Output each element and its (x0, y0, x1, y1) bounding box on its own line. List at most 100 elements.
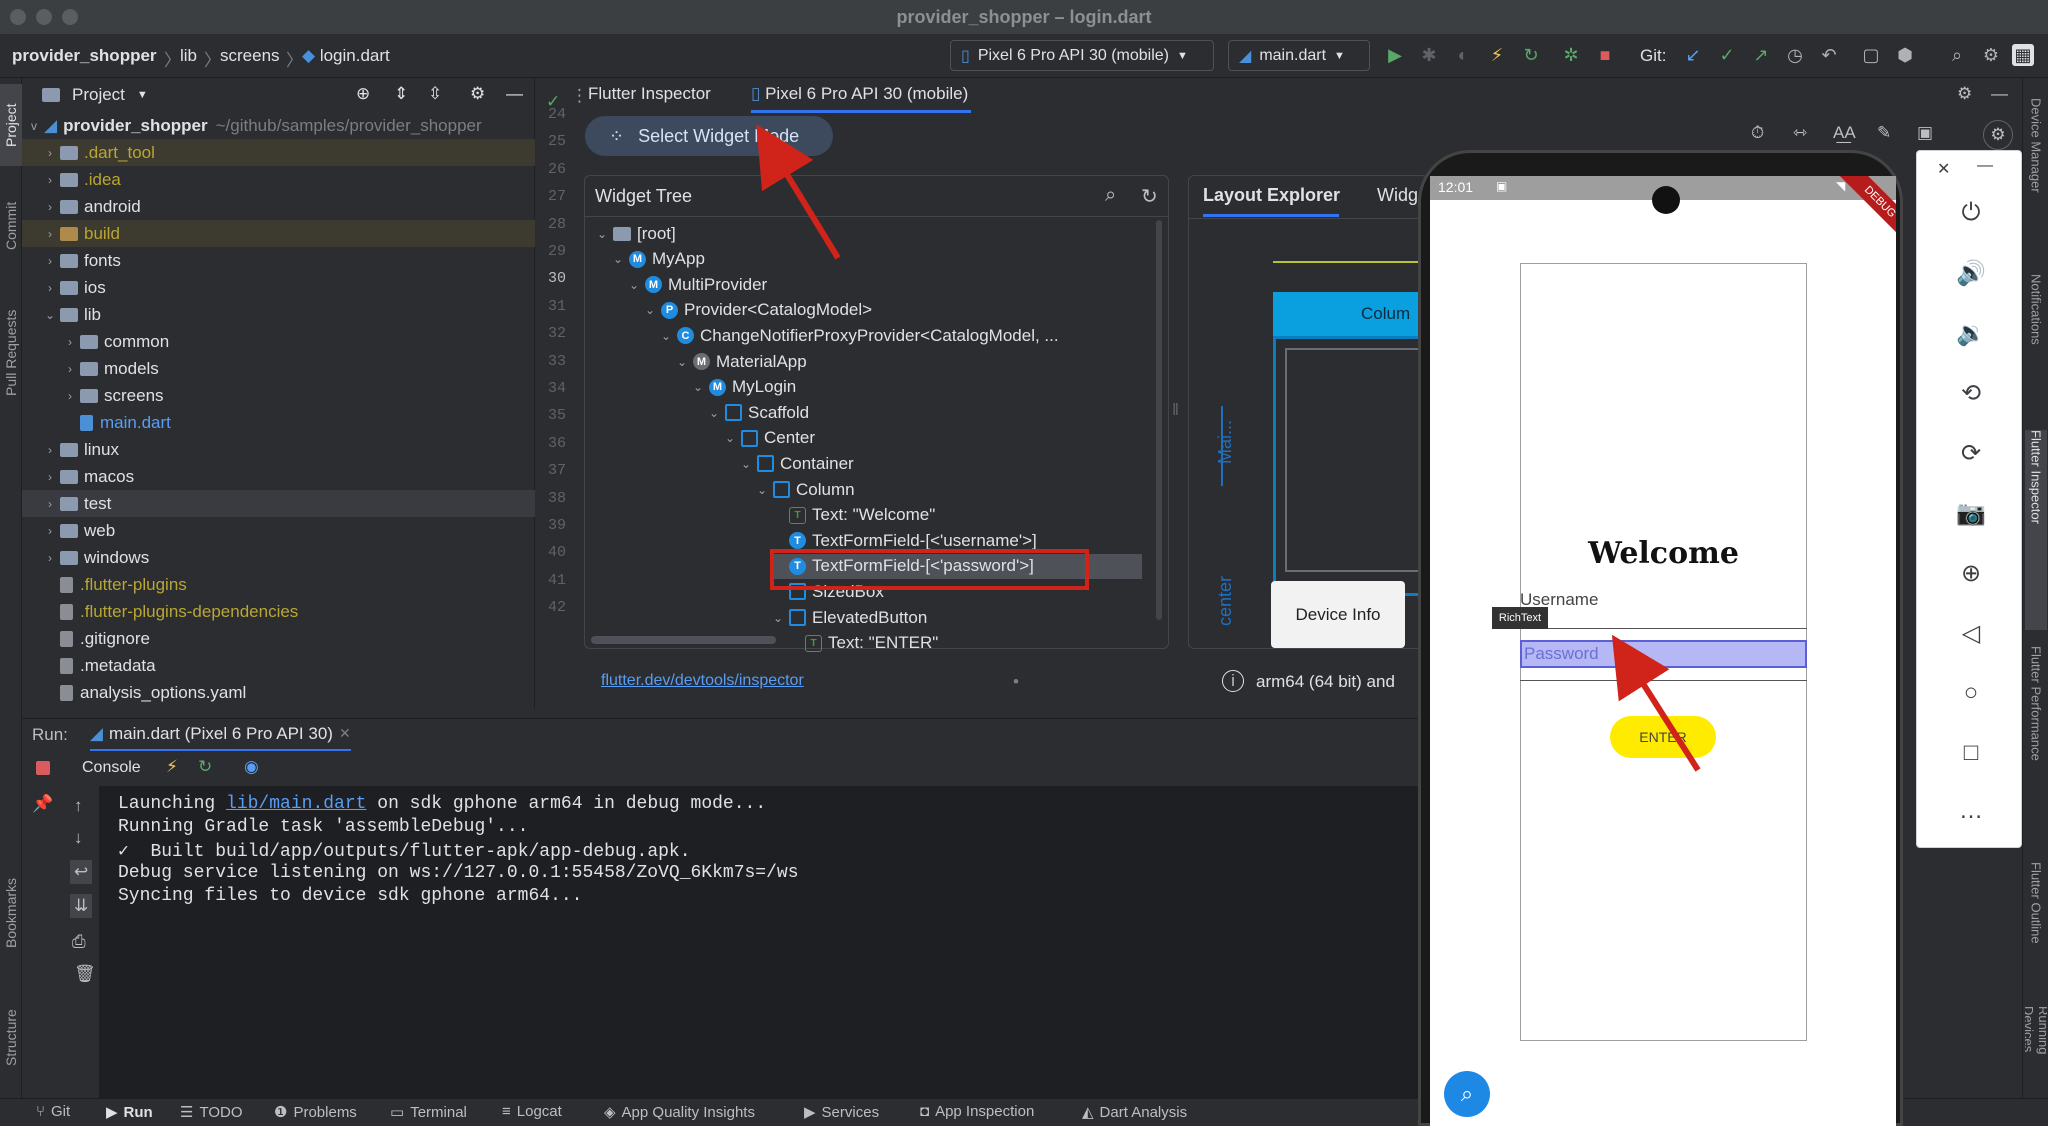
chevron-icon[interactable]: › (40, 173, 60, 187)
minimize-window-button[interactable] (36, 9, 52, 25)
run-config-selector[interactable]: ◢ main.dart ▼ (1228, 40, 1370, 71)
tab-device[interactable]: ▯ Pixel 6 Pro API 30 (mobile) (751, 84, 968, 104)
pin-icon[interactable]: 📌 (32, 794, 53, 814)
project-tree-item[interactable]: › android (22, 193, 535, 220)
widget-tree-node[interactable]: ⌄ M MaterialApp (677, 349, 807, 374)
tool-tab-commit[interactable]: Commit (0, 186, 22, 266)
widget-tree-node[interactable]: T Text: "Welcome" (773, 503, 935, 528)
widget-tree-node[interactable]: ⌄ Column (757, 477, 855, 502)
locate-icon[interactable]: ⊕ (356, 84, 370, 104)
project-tree-item[interactable]: › macos (22, 463, 535, 490)
search-icon[interactable]: ⌕ (1946, 44, 1968, 66)
chevron-icon[interactable]: › (40, 524, 60, 538)
project-tree-item[interactable]: › models (22, 355, 535, 382)
overview-icon[interactable]: □ (1957, 739, 1985, 767)
chevron-icon[interactable]: › (40, 200, 60, 214)
gear-icon[interactable]: ⚙ (1957, 84, 1972, 104)
chevron-icon[interactable]: › (40, 146, 60, 160)
project-tree-item[interactable]: › linux (22, 436, 535, 463)
more-icon[interactable]: … (1957, 797, 1985, 825)
project-tree-item[interactable]: › test (22, 490, 535, 517)
project-tree-item[interactable]: .flutter-plugins-dependencies (22, 598, 535, 625)
sdk-manager-icon[interactable]: ⬢ (1894, 44, 1916, 66)
toolwindow-git[interactable]: ⑂ Git (36, 1103, 70, 1120)
soft-wrap-icon[interactable]: ↩ (70, 860, 93, 884)
toolwindow-dart-analysis[interactable]: ◭ Dart Analysis (1082, 1103, 1187, 1122)
chevron-icon[interactable]: ⌄ (40, 308, 60, 322)
git-commit-icon[interactable]: ✓ (1716, 44, 1738, 66)
volume-down-icon[interactable]: 🔉 (1956, 319, 1986, 347)
minimize-icon[interactable]: — (1977, 157, 1993, 175)
attach-debugger-icon[interactable]: ✲ (1560, 44, 1582, 66)
widget-tree-node[interactable]: ⌄ Center (725, 426, 815, 451)
project-tree-item[interactable]: .flutter-plugins (22, 571, 535, 598)
stop-icon[interactable] (36, 761, 50, 775)
device-manager-icon[interactable]: ▢ (1860, 44, 1882, 66)
project-tree-item[interactable]: › build (22, 220, 535, 247)
tool-tab-flutter-performance[interactable]: Flutter Performance (2025, 646, 2047, 846)
trash-icon[interactable]: 🗑 (74, 964, 96, 984)
toolwindow-app-inspection[interactable]: ◘ App Inspection (920, 1103, 1034, 1120)
debug-paint-icon[interactable]: ⇿ (1793, 123, 1807, 143)
tool-tab-flutter-inspector[interactable]: Flutter Inspector (2025, 430, 2047, 630)
gear-icon[interactable]: ⚙ (470, 84, 485, 104)
tab-layout-explorer[interactable]: Layout Explorer (1203, 185, 1340, 206)
project-tree-item[interactable]: analysis_options.yaml (22, 679, 535, 706)
tab-console[interactable]: Console (82, 759, 141, 777)
zoom-window-button[interactable] (62, 9, 78, 25)
hot-reload-icon[interactable]: ⚡ (166, 757, 178, 777)
toolwindow-app-quality[interactable]: ◈ App Quality Insights (604, 1103, 755, 1122)
toolwindow-logcat[interactable]: ≡ Logcat (502, 1103, 562, 1120)
scroll-to-end-icon[interactable]: ⇊ (70, 894, 93, 918)
device-selector[interactable]: ▯ Pixel 6 Pro API 30 (mobile) ▼ (950, 40, 1214, 71)
breadcrumb-screens[interactable]: screens (220, 46, 280, 66)
back-icon[interactable]: ◁ (1957, 619, 1985, 647)
chevron-icon[interactable]: › (40, 551, 60, 565)
devtools-docs-link[interactable]: flutter.dev/devtools/inspector (601, 672, 804, 690)
chevron-icon[interactable]: ⌄ (629, 278, 645, 292)
search-icon[interactable]: ⌕ (1105, 184, 1116, 207)
close-icon[interactable]: ✕ (339, 725, 351, 742)
chevron-icon[interactable]: ⌄ (597, 227, 613, 241)
splitter-handle[interactable]: ‖ (1172, 400, 1179, 424)
debug-icon[interactable]: ✱ (1418, 44, 1440, 66)
run-icon[interactable]: ▶ (1384, 44, 1406, 66)
run-config-tab[interactable]: ◢ main.dart (Pixel 6 Pro API 30) ✕ (89, 719, 351, 752)
refresh-icon[interactable]: ↻ (1141, 184, 1158, 209)
tool-tab-notifications[interactable]: Notifications (2025, 274, 2047, 414)
hot-restart-icon[interactable]: ↻ (1520, 44, 1542, 66)
toolwindow-run[interactable]: ▶ Run (106, 1103, 153, 1122)
invert-images-icon[interactable]: ▣ (1917, 123, 1933, 143)
print-icon[interactable]: ⎙ (72, 932, 86, 952)
git-push-icon[interactable]: ↗ (1750, 44, 1772, 66)
profile-icon[interactable]: ◐ (1452, 44, 1474, 66)
password-field[interactable]: Password (1520, 640, 1807, 668)
close-icon[interactable]: ✕ (1937, 159, 1950, 179)
horizontal-scrollbar[interactable] (591, 636, 776, 644)
vertical-scrollbar[interactable] (1156, 220, 1162, 620)
expand-all-icon[interactable]: ⇕ (394, 84, 408, 104)
repaint-rainbow-icon[interactable]: ✎ (1877, 123, 1891, 143)
chevron-icon[interactable]: › (40, 254, 60, 268)
settings-icon[interactable]: ⚙ (1980, 44, 2002, 66)
hot-restart-icon[interactable]: ↻ (198, 757, 212, 777)
console-output[interactable]: Launching lib/main.dart on sdk gphone ar… (100, 786, 1418, 1098)
chevron-icon[interactable]: ⌄ (613, 252, 629, 266)
enter-button[interactable]: ENTER (1610, 716, 1716, 758)
chevron-icon[interactable]: › (60, 335, 80, 349)
slow-animations-icon[interactable]: ⏱ (1751, 123, 1764, 143)
widget-tree-node[interactable]: T Text: "ENTER" (789, 631, 938, 656)
device-info-button[interactable]: Device Info (1271, 581, 1405, 648)
chevron-icon[interactable]: › (40, 281, 60, 295)
chevron-icon[interactable]: ⌄ (661, 329, 677, 343)
toolwindow-todo[interactable]: ☰ TODO (180, 1103, 243, 1122)
close-window-button[interactable] (10, 9, 26, 25)
rotate-left-icon[interactable]: ⟲ (1957, 379, 1985, 407)
collapse-all-icon[interactable]: ⇳ (428, 84, 442, 104)
project-tree-item[interactable]: main.dart (22, 409, 535, 436)
project-tree-item[interactable]: › web (22, 517, 535, 544)
devtools-icon[interactable]: ◉ (244, 757, 259, 777)
tab-flutter-inspector[interactable]: Flutter Inspector (588, 84, 711, 104)
project-view-selector[interactable]: Project (72, 85, 125, 105)
select-widget-mode-button[interactable]: ⁘ Select Widget Mode (585, 116, 833, 156)
